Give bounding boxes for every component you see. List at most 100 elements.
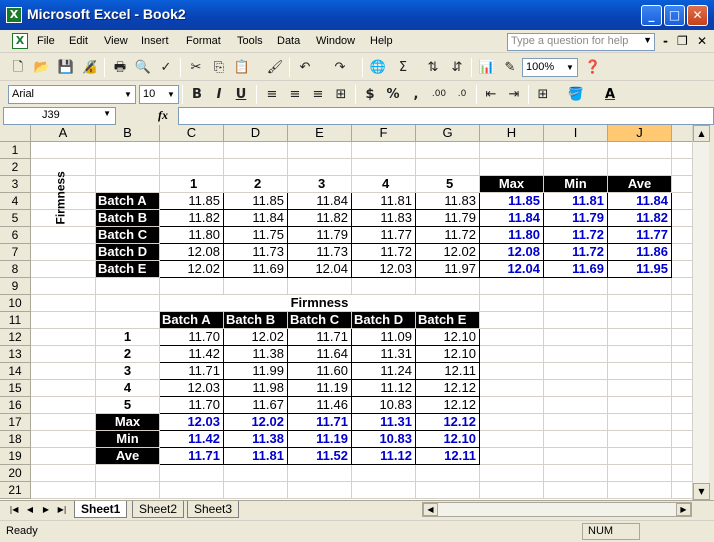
grid-cell[interactable]: [31, 346, 96, 363]
grid-cell[interactable]: [672, 482, 692, 499]
grid-cell[interactable]: [160, 159, 224, 176]
table2-stat-cell[interactable]: 12.11: [416, 448, 480, 465]
row-header[interactable]: 3: [0, 176, 31, 193]
table1-value-cell[interactable]: 11.77: [352, 227, 416, 244]
maximize-button[interactable]: □: [664, 5, 685, 26]
table1-stat-cell[interactable]: 11.79: [544, 210, 608, 227]
grid-cell[interactable]: [31, 227, 96, 244]
sheet-tab-sheet3[interactable]: Sheet3: [187, 501, 240, 518]
open-icon[interactable]: 📂: [32, 58, 52, 77]
table2-value-cell[interactable]: 11.09: [352, 329, 416, 346]
column-header[interactable]: [672, 125, 692, 142]
column-header[interactable]: D: [224, 125, 288, 142]
grid-cell[interactable]: [672, 193, 692, 210]
grid-cell[interactable]: [672, 278, 692, 295]
table1-value-cell[interactable]: 11.85: [224, 193, 288, 210]
column-header[interactable]: H: [480, 125, 544, 142]
grid-cell[interactable]: [31, 329, 96, 346]
table1-stat-cell[interactable]: 11.77: [608, 227, 672, 244]
table2-value-cell[interactable]: 11.71: [160, 363, 224, 380]
grid-cell[interactable]: [544, 414, 608, 431]
grid-cell[interactable]: [480, 482, 544, 499]
row-header[interactable]: 16: [0, 397, 31, 414]
grid-cell[interactable]: [672, 261, 692, 278]
grid-cell[interactable]: [352, 278, 416, 295]
menu-file[interactable]: File: [37, 35, 55, 47]
grid-cell[interactable]: [31, 261, 96, 278]
bold-icon[interactable]: B: [187, 85, 207, 104]
grid-cell[interactable]: [544, 448, 608, 465]
row-header[interactable]: 9: [0, 278, 31, 295]
grid-cell[interactable]: [160, 482, 224, 499]
table1-stat-cell[interactable]: 11.80: [480, 227, 544, 244]
table1-stat-cell[interactable]: 11.81: [544, 193, 608, 210]
table1-value-cell[interactable]: 11.72: [416, 227, 480, 244]
table1-value-cell[interactable]: 11.75: [224, 227, 288, 244]
grid-cell[interactable]: [672, 465, 692, 482]
table2-stat-cell[interactable]: 11.71: [288, 414, 352, 431]
grid-cell[interactable]: [31, 448, 96, 465]
row-header[interactable]: 6: [0, 227, 31, 244]
table1-value-cell[interactable]: 11.80: [160, 227, 224, 244]
grid-cell[interactable]: [480, 448, 544, 465]
table1-value-cell[interactable]: 11.69: [224, 261, 288, 278]
redo-icon[interactable]: ↷: [330, 58, 350, 77]
sort-descending-icon[interactable]: ⇵: [447, 58, 467, 77]
grid-cell[interactable]: [672, 227, 692, 244]
menu-tools[interactable]: Tools: [237, 35, 263, 47]
decrease-decimal-icon[interactable]: .0: [452, 85, 472, 104]
grid-cell[interactable]: [288, 142, 352, 159]
comma-style-icon[interactable]: ,: [406, 85, 426, 104]
grid-cell[interactable]: [31, 278, 96, 295]
table2-value-cell[interactable]: 12.12: [416, 397, 480, 414]
grid-cell[interactable]: [96, 482, 160, 499]
row-header[interactable]: 15: [0, 380, 31, 397]
grid-cell[interactable]: [480, 363, 544, 380]
align-left-icon[interactable]: ≡: [262, 85, 282, 104]
grid-cell[interactable]: [96, 312, 160, 329]
grid-cell[interactable]: [672, 329, 692, 346]
table1-stat-cell[interactable]: 12.08: [480, 244, 544, 261]
row-header[interactable]: 11: [0, 312, 31, 329]
table2-value-cell[interactable]: 11.46: [288, 397, 352, 414]
row-header[interactable]: 10: [0, 295, 31, 312]
row-header[interactable]: 18: [0, 431, 31, 448]
grid-cell[interactable]: [224, 142, 288, 159]
row-header[interactable]: 14: [0, 363, 31, 380]
grid-cell[interactable]: [352, 159, 416, 176]
table1-value-cell[interactable]: 12.02: [160, 261, 224, 278]
chevron-down-icon[interactable]: ▼: [643, 35, 652, 45]
grid-cell[interactable]: [608, 448, 672, 465]
font-color-icon[interactable]: A: [600, 85, 620, 104]
column-header[interactable]: F: [352, 125, 416, 142]
doc-restore-button[interactable]: ❐: [677, 34, 688, 48]
table2-value-cell[interactable]: 12.02: [224, 329, 288, 346]
grid-cell[interactable]: [544, 397, 608, 414]
grid-cell[interactable]: [224, 465, 288, 482]
grid-cell[interactable]: [288, 278, 352, 295]
vertical-scrollbar[interactable]: ▲ ▼: [692, 125, 710, 500]
grid-cell[interactable]: [160, 465, 224, 482]
table2-value-cell[interactable]: 11.42: [160, 346, 224, 363]
grid-cell[interactable]: [480, 278, 544, 295]
row-header[interactable]: 1: [0, 142, 31, 159]
table1-stat-cell[interactable]: 11.72: [544, 244, 608, 261]
grid-cell[interactable]: [416, 482, 480, 499]
table1-value-cell[interactable]: 12.08: [160, 244, 224, 261]
table1-value-cell[interactable]: 11.83: [416, 193, 480, 210]
row-header[interactable]: 5: [0, 210, 31, 227]
column-header[interactable]: I: [544, 125, 608, 142]
row-header[interactable]: 7: [0, 244, 31, 261]
scroll-right-icon[interactable]: ▶: [676, 503, 691, 516]
grid-cell[interactable]: [352, 142, 416, 159]
table2-value-cell[interactable]: 11.99: [224, 363, 288, 380]
font-select[interactable]: Arial ▼: [8, 85, 136, 104]
save-icon[interactable]: 💾: [56, 58, 76, 77]
row-header[interactable]: 13: [0, 346, 31, 363]
table2-value-cell[interactable]: 11.70: [160, 329, 224, 346]
grid-cell[interactable]: [672, 363, 692, 380]
undo-icon[interactable]: ↶: [295, 58, 315, 77]
grid-cell[interactable]: [224, 482, 288, 499]
copy-icon[interactable]: ⎘: [209, 58, 229, 77]
table2-value-cell[interactable]: 11.67: [224, 397, 288, 414]
